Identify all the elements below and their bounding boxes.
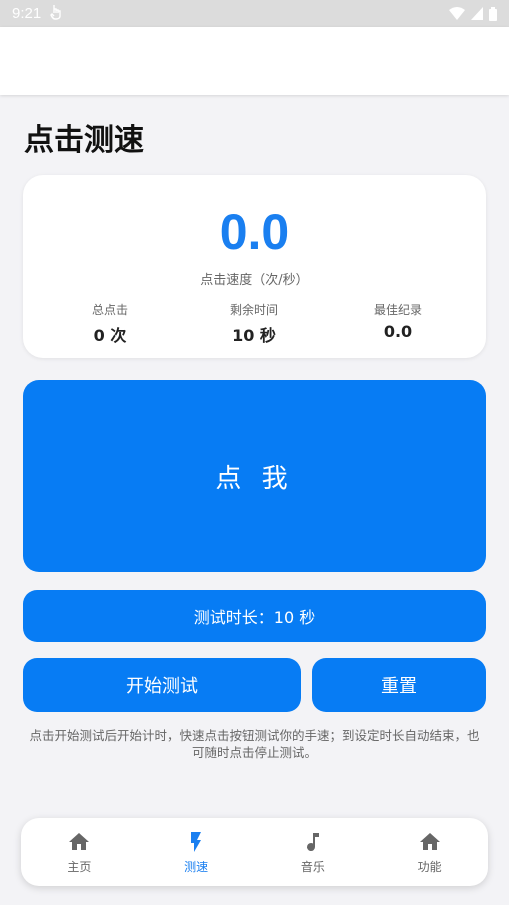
nav-item-speed-test[interactable]: 测速	[138, 818, 255, 886]
speed-value: 0.0	[219, 204, 290, 260]
tap-button[interactable]: 点 我	[23, 380, 486, 572]
touch-icon	[49, 4, 63, 24]
total-clicks-value: 0 次	[93, 326, 127, 345]
page-title: 点击测速	[24, 123, 144, 158]
nav-label-features: 功能	[417, 859, 442, 874]
battery-icon	[489, 6, 497, 21]
stats-card: 0.0 点击速度（次/秒） 总点击 0 次 剩余时间 10 秒 最佳纪录 0.0	[23, 175, 486, 358]
status-icons	[449, 6, 497, 21]
status-bar: 9:21	[0, 0, 509, 27]
bottom-nav: 主页 测速 音乐 功能	[21, 818, 488, 886]
music-note-icon	[306, 832, 319, 851]
signal-icon	[471, 7, 483, 20]
duration-button[interactable]: 测试时长：10 秒	[23, 590, 486, 642]
nav-label-speed-test: 测速	[184, 859, 209, 874]
stat-best-record: 最佳纪录 0.0	[338, 301, 458, 341]
wifi-icon	[449, 7, 465, 20]
nav-label-home: 主页	[67, 859, 92, 874]
status-time: 9:21	[12, 5, 42, 22]
best-record-value: 0.0	[383, 322, 413, 341]
home-icon	[419, 832, 440, 850]
remaining-time-label: 剩余时间	[229, 303, 278, 317]
start-test-button[interactable]: 开始测试	[23, 658, 301, 712]
nav-item-features[interactable]: 功能	[371, 818, 488, 886]
best-record-label: 最佳纪录	[373, 303, 422, 317]
reset-button[interactable]: 重置	[312, 658, 486, 712]
hint-text: 点击开始测试后开始计时，快速点击按钮测试你的手速；到设定时长自动结束，也可随时点…	[29, 728, 480, 760]
bolt-icon	[191, 831, 202, 852]
remaining-time-value: 10 秒	[232, 326, 276, 345]
home-icon	[69, 832, 90, 850]
nav-label-music: 音乐	[300, 859, 325, 874]
stat-total-clicks: 总点击 0 次	[50, 301, 170, 346]
app-bar	[0, 27, 509, 95]
speed-label: 点击速度（次/秒）	[200, 273, 309, 288]
nav-item-home[interactable]: 主页	[21, 818, 138, 886]
stat-remaining-time: 剩余时间 10 秒	[194, 301, 314, 346]
total-clicks-label: 总点击	[91, 303, 128, 317]
nav-item-music[interactable]: 音乐	[255, 818, 372, 886]
